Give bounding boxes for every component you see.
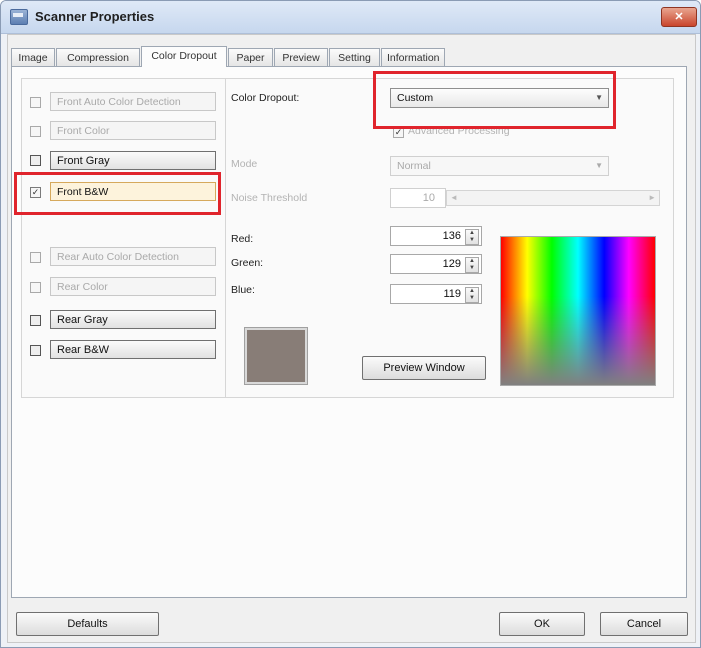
slider-right-arrow-icon: ► [648,193,656,202]
mode-label: Mode [231,158,258,170]
red-label: Red: [231,233,254,245]
preview-window-button[interactable]: Preview Window [362,356,486,380]
advanced-processing-checkbox[interactable]: ✓ [393,127,404,138]
green-label: Green: [231,257,264,269]
rear-color-checkbox[interactable] [30,282,41,293]
color-dropout-value: Custom [397,92,434,104]
red-spinner-icon[interactable]: ▲ ▼ [465,229,479,245]
mode-select[interactable]: Normal ▼ [390,156,609,176]
front-gray-checkbox[interactable] [30,155,41,166]
rear-gray-checkbox[interactable] [30,315,41,326]
color-dropout-label: Color Dropout: [231,92,300,104]
front-bw-button[interactable]: Front B&W [50,182,216,201]
tab-label: Color Dropout [151,50,217,62]
tab-label: Paper [236,52,265,64]
red-value: 136 [442,230,461,242]
mode-value: Normal [397,160,431,172]
tab-label: Information [387,52,440,64]
green-value: 129 [442,258,461,270]
tab-label: Preview [282,52,320,64]
scanner-app-icon [10,9,28,25]
front-color-checkbox[interactable] [30,126,41,137]
color-dropout-select[interactable]: Custom ▼ [390,88,609,108]
tab-preview[interactable]: Preview [274,48,328,66]
tab-label: Setting [338,52,371,64]
tab-color-dropout[interactable]: Color Dropout [141,46,227,67]
tab-paper[interactable]: Paper [228,48,273,66]
rear-color-button[interactable]: Rear Color [50,277,216,296]
tab-information[interactable]: Information [381,48,445,66]
green-spinner-icon[interactable]: ▲ ▼ [465,257,479,273]
close-button[interactable]: ✕ [661,7,697,27]
blue-field[interactable]: 119 ▲ ▼ [390,284,482,304]
front-auto-color-detection-button[interactable]: Front Auto Color Detection [50,92,216,111]
tab-setting[interactable]: Setting [329,48,380,66]
noise-threshold-field[interactable]: 10 [390,188,446,208]
rear-auto-color-detection-button[interactable]: Rear Auto Color Detection [50,247,216,266]
blue-label: Blue: [231,284,255,296]
tab-image[interactable]: Image [11,48,55,66]
blue-value: 119 [443,288,461,300]
dropout-color-swatch [244,327,308,385]
chevron-down-icon: ▼ [595,93,603,102]
ok-button[interactable]: OK [499,612,585,636]
rear-bw-checkbox[interactable] [30,345,41,356]
slider-left-arrow-icon: ◄ [450,193,458,202]
noise-threshold-label: Noise Threshold [231,192,308,204]
red-field[interactable]: 136 ▲ ▼ [390,226,482,246]
color-spectrum-picker[interactable] [500,236,656,386]
blue-spinner-icon[interactable]: ▲ ▼ [465,287,479,303]
window-title: Scanner Properties [35,9,155,24]
front-auto-color-checkbox[interactable] [30,97,41,108]
title-bar[interactable]: Scanner Properties ✕ [1,1,700,34]
green-field[interactable]: 129 ▲ ▼ [390,254,482,274]
rear-bw-button[interactable]: Rear B&W [50,340,216,359]
advanced-processing-label: Advanced Processing [408,125,510,137]
front-gray-button[interactable]: Front Gray [50,151,216,170]
cancel-button[interactable]: Cancel [600,612,688,636]
chevron-down-icon: ▼ [595,161,603,170]
front-bw-checkbox[interactable]: ✓ [30,187,41,198]
defaults-button[interactable]: Defaults [16,612,159,636]
front-color-button[interactable]: Front Color [50,121,216,140]
tab-label: Compression [67,52,129,64]
tab-compression[interactable]: Compression [56,48,140,66]
noise-threshold-slider[interactable]: ◄ ► [446,190,660,206]
tab-label: Image [18,52,48,64]
rear-gray-button[interactable]: Rear Gray [50,310,216,329]
rear-auto-color-checkbox[interactable] [30,252,41,263]
